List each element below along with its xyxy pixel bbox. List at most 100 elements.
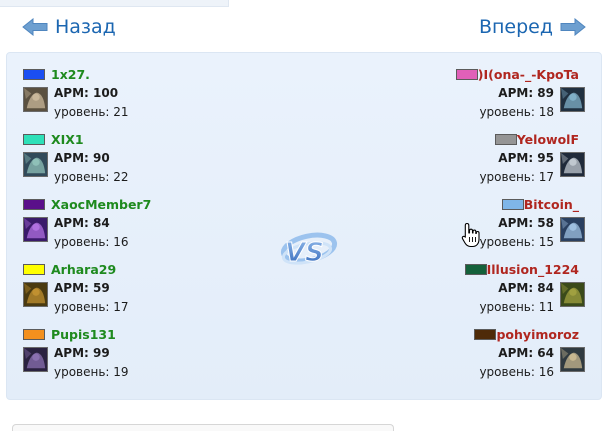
arrow-left-icon <box>22 18 48 36</box>
player-name-link[interactable]: XIX1 <box>51 132 84 147</box>
player-level: уровень: 15 <box>479 235 554 249</box>
player-stats-row: APM: 58 уровень: 15 <box>385 216 585 250</box>
arrow-right-icon <box>560 18 586 36</box>
player-name-link[interactable]: pohyimoroz <box>496 327 579 342</box>
player-apm: APM: 100 <box>54 86 119 100</box>
player-color-swatch <box>501 198 524 210</box>
player-color-swatch <box>464 263 487 275</box>
player-name-link[interactable]: XaocMember7 <box>51 197 151 212</box>
player-card: YelowolF APM: 95 уровень: 17 <box>385 132 585 197</box>
player-color-swatch <box>474 328 497 340</box>
player-color-swatch <box>23 68 45 80</box>
player-stats: APM: 89 уровень: 18 <box>479 86 554 120</box>
player-name-row: Illusion_1224 <box>385 262 585 277</box>
hero-avatar-icon[interactable] <box>23 282 48 307</box>
hero-avatar-icon[interactable] <box>560 87 585 112</box>
player-color-swatch <box>455 68 478 80</box>
player-stats-row: APM: 64 уровень: 16 <box>385 346 585 380</box>
player-level: уровень: 17 <box>54 300 129 314</box>
player-stats-row: APM: 84 уровень: 11 <box>385 281 585 315</box>
player-level: уровень: 17 <box>479 170 554 184</box>
hero-avatar-icon[interactable] <box>23 152 48 177</box>
player-level: уровень: 19 <box>54 365 129 379</box>
top-tab-edge <box>0 0 229 7</box>
player-apm: APM: 64 <box>498 346 554 360</box>
player-stats: APM: 99 уровень: 19 <box>54 346 129 380</box>
vs-label: VS <box>285 238 324 268</box>
player-apm: APM: 58 <box>498 216 554 230</box>
next-link[interactable]: Вперед <box>479 14 586 40</box>
hero-avatar-icon[interactable] <box>23 217 48 242</box>
player-name-link[interactable]: Illusion_1224 <box>487 262 579 277</box>
player-stats-row: APM: 59 уровень: 17 <box>23 281 223 315</box>
player-name-link[interactable]: Bitcoin_ <box>524 197 579 212</box>
player-card: Illusion_1224 APM: 84 уровень: 11 <box>385 262 585 327</box>
player-name-link[interactable]: YelowolF <box>517 132 579 147</box>
player-stats-row: APM: 95 уровень: 17 <box>385 151 585 185</box>
hand-cursor-icon <box>461 222 480 248</box>
player-name-row: XIX1 <box>23 132 223 147</box>
player-stats-row: APM: 84 уровень: 16 <box>23 216 223 250</box>
player-stats: APM: 59 уровень: 17 <box>54 281 129 315</box>
left-team: 1x27. APM: 100 уровень: 21 XIX1 APM: 90 урове… <box>23 67 223 392</box>
player-card: Arhara29 APM: 59 уровень: 17 <box>23 262 223 327</box>
player-level: уровень: 16 <box>479 365 554 379</box>
player-apm: APM: 84 <box>498 281 554 295</box>
player-stats: APM: 58 уровень: 15 <box>479 216 554 250</box>
player-card: 1x27. APM: 100 уровень: 21 <box>23 67 223 132</box>
player-name-row: Arhara29 <box>23 262 223 277</box>
player-name-row: XaocMember7 <box>23 197 223 212</box>
player-level: уровень: 18 <box>479 105 554 119</box>
player-name-row: YelowolF <box>385 132 585 147</box>
player-stats: APM: 90 уровень: 22 <box>54 151 129 185</box>
player-stats-row: APM: 100 уровень: 21 <box>23 86 223 120</box>
player-apm: APM: 84 <box>54 216 110 230</box>
player-name-row: 1x27. <box>23 67 223 82</box>
player-stats: APM: 100 уровень: 21 <box>54 86 129 120</box>
player-color-swatch <box>23 328 45 340</box>
player-card: )I(ona-_-KpoTa APM: 89 уровень: 18 <box>385 67 585 132</box>
player-level: уровень: 21 <box>54 105 129 119</box>
player-stats-row: APM: 89 уровень: 18 <box>385 86 585 120</box>
player-name-row: )I(ona-_-KpoTa <box>385 67 585 82</box>
bottom-tab-edge <box>12 424 394 431</box>
hero-avatar-icon[interactable] <box>560 152 585 177</box>
player-card: Pupis131 APM: 99 уровень: 19 <box>23 327 223 392</box>
player-color-swatch <box>494 133 517 145</box>
player-apm: APM: 95 <box>498 151 554 165</box>
hero-avatar-icon[interactable] <box>23 87 48 112</box>
player-name-row: Pupis131 <box>23 327 223 342</box>
player-stats: APM: 64 уровень: 16 <box>479 346 554 380</box>
player-card: pohyimoroz APM: 64 уровень: 16 <box>385 327 585 392</box>
hero-avatar-icon[interactable] <box>560 217 585 242</box>
hero-avatar-icon[interactable] <box>560 282 585 307</box>
player-level: уровень: 11 <box>479 300 554 314</box>
match-panel: 1x27. APM: 100 уровень: 21 XIX1 APM: 90 урове… <box>6 52 602 400</box>
player-level: уровень: 22 <box>54 170 129 184</box>
player-stats-row: APM: 90 уровень: 22 <box>23 151 223 185</box>
player-apm: APM: 99 <box>54 346 110 360</box>
prev-label: Назад <box>55 16 116 38</box>
right-team: )I(ona-_-KpoTa APM: 89 уровень: 18 YelowolF… <box>385 67 585 392</box>
player-card: XIX1 APM: 90 уровень: 22 <box>23 132 223 197</box>
player-name-link[interactable]: )I(ona-_-KpoTa <box>478 67 579 82</box>
player-stats: APM: 95 уровень: 17 <box>479 151 554 185</box>
player-name-link[interactable]: Pupis131 <box>51 327 116 342</box>
player-card: Bitcoin_ APM: 58 уровень: 15 <box>385 197 585 262</box>
player-name-link[interactable]: 1x27. <box>51 67 90 82</box>
player-stats: APM: 84 уровень: 11 <box>479 281 554 315</box>
player-name-row: pohyimoroz <box>385 327 585 342</box>
player-name-link[interactable]: Arhara29 <box>51 262 116 277</box>
hero-avatar-icon[interactable] <box>23 347 48 372</box>
player-color-swatch <box>23 198 45 210</box>
player-name-row: Bitcoin_ <box>385 197 585 212</box>
hero-avatar-icon[interactable] <box>560 347 585 372</box>
vs-emblem: VS <box>273 228 339 274</box>
player-apm: APM: 89 <box>498 86 554 100</box>
prev-link[interactable]: Назад <box>22 14 116 40</box>
player-card: XaocMember7 APM: 84 уровень: 16 <box>23 197 223 262</box>
player-stats: APM: 84 уровень: 16 <box>54 216 129 250</box>
player-color-swatch <box>23 133 45 145</box>
next-label: Вперед <box>478 16 553 38</box>
player-apm: APM: 59 <box>54 281 110 295</box>
